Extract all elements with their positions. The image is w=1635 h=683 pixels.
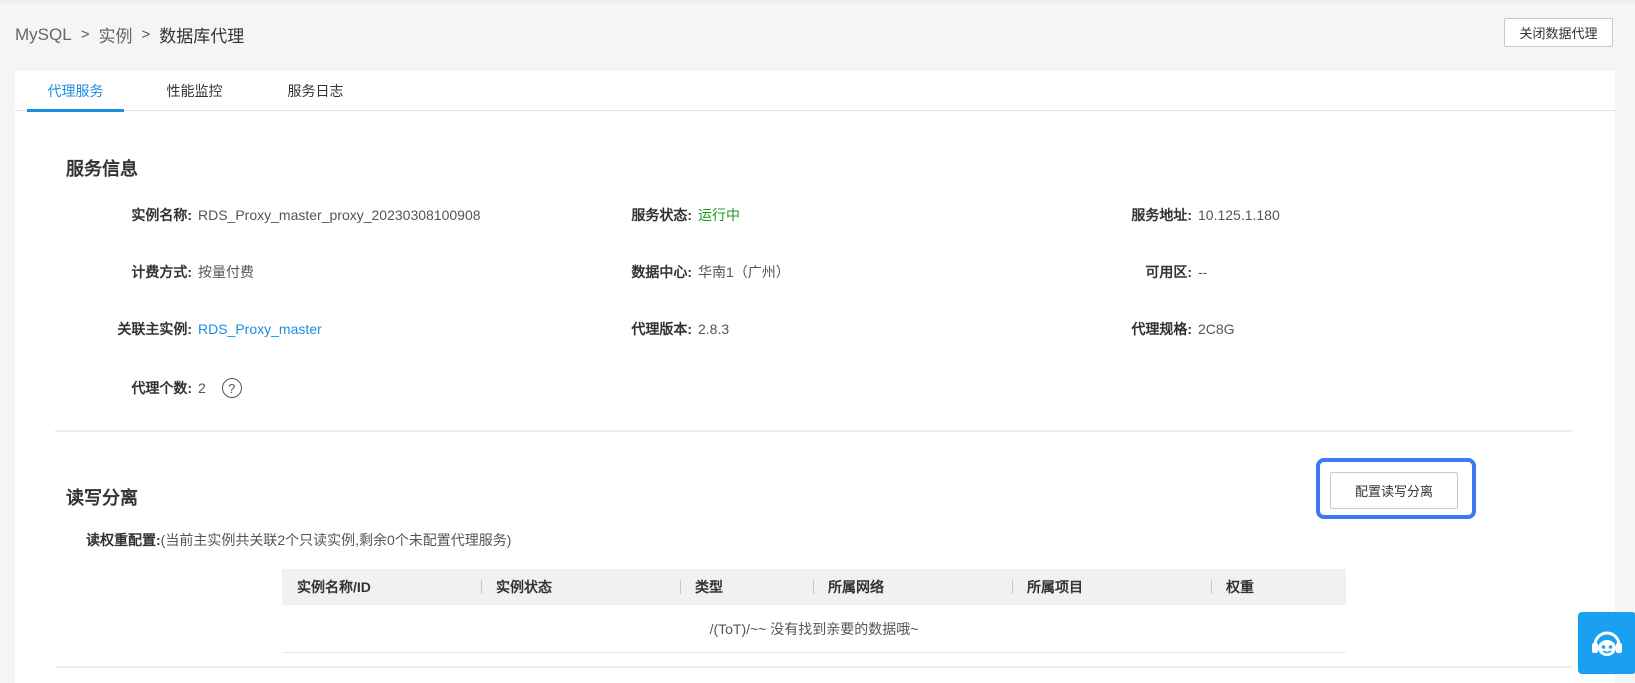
read-weight-note: 读权重配置:(当前主实例共关联2个只读实例,剩余0个未配置代理服务) <box>86 530 511 550</box>
close-proxy-button[interactable]: 关闭数据代理 <box>1504 18 1613 47</box>
info-value: 2C8G <box>1198 321 1235 337</box>
info-proxy-version: 代理版本: 2.8.3 <box>600 319 729 339</box>
customer-service-button[interactable] <box>1578 612 1635 674</box>
rw-split-title: 读写分离 <box>66 488 138 508</box>
info-service-address: 服务地址: 10.125.1.180 <box>1100 205 1280 225</box>
column-header-network[interactable]: 所属网络 <box>813 569 1012 605</box>
section-divider <box>55 666 1572 668</box>
customer-service-icon <box>1592 631 1622 656</box>
info-label: 代理规格: <box>1131 321 1192 337</box>
status-badge: 运行中 <box>698 207 740 223</box>
column-header-type[interactable]: 类型 <box>680 569 813 605</box>
breadcrumb-item-current: 数据库代理 <box>159 27 245 46</box>
tab-performance-monitor[interactable]: 性能监控 <box>124 71 265 111</box>
question-circle-icon[interactable]: ? <box>221 378 242 398</box>
info-value: 2.8.3 <box>698 321 730 337</box>
info-label: 可用区: <box>1145 264 1192 280</box>
info-zone: 可用区: -- <box>1100 262 1207 282</box>
column-header-weight[interactable]: 权重 <box>1211 569 1346 605</box>
master-instance-link[interactable]: RDS_Proxy_master <box>198 321 322 337</box>
info-label: 服务地址: <box>1131 207 1192 223</box>
info-instance-name: 实例名称: RDS_Proxy_master_proxy_20230308100… <box>100 205 481 225</box>
column-header-name[interactable]: 实例名称/ID <box>282 569 481 605</box>
configure-rw-split-button[interactable]: 配置读写分离 <box>1330 472 1458 509</box>
tab-proxy-service[interactable]: 代理服务 <box>27 71 124 112</box>
breadcrumb: MySQL > 实例 > 数据库代理 <box>15 22 244 47</box>
breadcrumb-item-instance[interactable]: 实例 <box>98 22 132 47</box>
info-label: 服务状态: <box>631 207 692 223</box>
info-value: RDS_Proxy_master_proxy_20230308100908 <box>198 207 481 223</box>
info-value: 按量付费 <box>198 264 254 280</box>
table-empty-state: /(ToT)/~~ 没有找到亲要的数据哦~ <box>282 605 1346 653</box>
info-datacenter: 数据中心: 华南1（广州） <box>600 262 790 282</box>
info-master-instance: 关联主实例: RDS_Proxy_master <box>100 319 322 339</box>
column-header-project[interactable]: 所属项目 <box>1012 569 1211 605</box>
info-label: 代理个数: <box>131 380 192 396</box>
info-value: 2 <box>198 380 206 396</box>
service-info-title: 服务信息 <box>66 159 138 179</box>
read-weight-description: (当前主实例共关联2个只读实例,剩余0个未配置代理服务) <box>160 532 512 548</box>
breadcrumb-separator: > <box>141 26 151 43</box>
column-header-status[interactable]: 实例状态 <box>481 569 680 605</box>
info-label: 计费方式: <box>131 264 192 280</box>
info-proxy-count: 代理个数: 2 ? <box>100 378 242 398</box>
breadcrumb-item-mysql[interactable]: MySQL <box>15 25 72 45</box>
info-value: 华南1（广州） <box>698 264 790 280</box>
tab-service-log[interactable]: 服务日志 <box>265 71 366 111</box>
top-shadow <box>0 0 1635 6</box>
info-label: 实例名称: <box>131 207 192 223</box>
info-billing: 计费方式: 按量付费 <box>100 262 254 282</box>
table-header: 实例名称/ID 实例状态 类型 所属网络 所属项目 权重 <box>282 569 1346 605</box>
info-proxy-spec: 代理规格: 2C8G <box>1100 319 1235 339</box>
tab-bar: 代理服务 性能监控 服务日志 <box>15 71 1615 112</box>
read-weight-label: 读权重配置: <box>86 532 161 548</box>
info-value: -- <box>1198 264 1208 280</box>
breadcrumb-separator: > <box>80 26 90 43</box>
info-label: 数据中心: <box>631 264 692 280</box>
info-label: 关联主实例: <box>117 321 192 337</box>
info-label: 代理版本: <box>631 321 692 337</box>
section-divider <box>55 430 1572 432</box>
info-service-status: 服务状态: 运行中 <box>600 205 740 225</box>
info-value: 10.125.1.180 <box>1198 207 1280 223</box>
read-instance-table: 实例名称/ID 实例状态 类型 所属网络 所属项目 权重 /(ToT)/~~ 没… <box>282 569 1346 653</box>
